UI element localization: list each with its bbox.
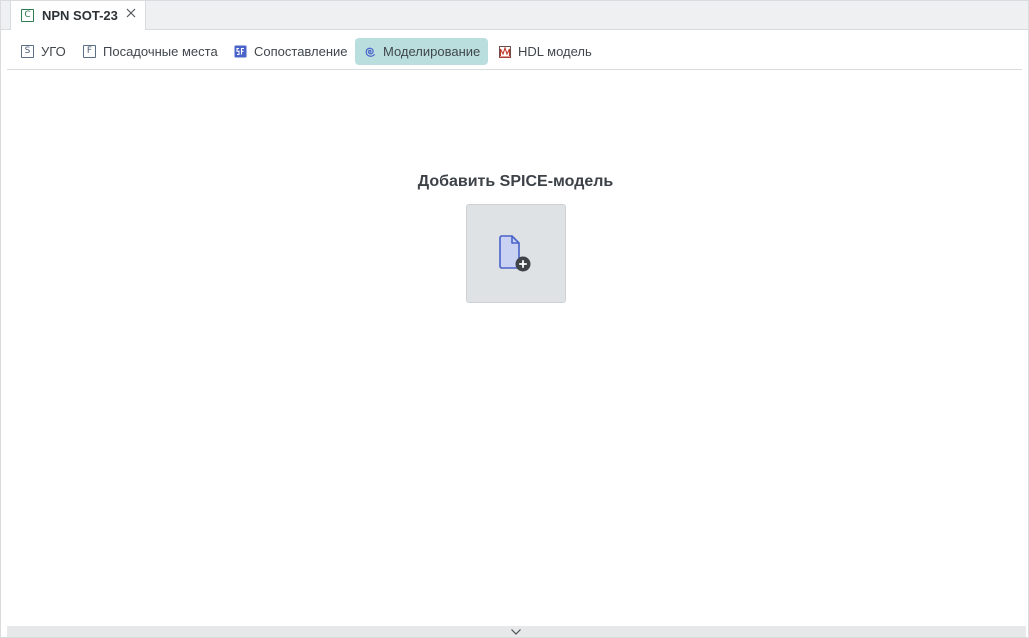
hdl-model-icon — [498, 45, 511, 58]
editor-window: C NPN SOT-23 S УГО F Посадочные места Со… — [0, 0, 1029, 638]
tab-ugo-label: УГО — [41, 44, 66, 59]
tab-footprints[interactable]: F Посадочные места — [75, 38, 226, 65]
tab-hdl-model[interactable]: HDL модель — [490, 38, 600, 65]
document-tab[interactable]: C NPN SOT-23 — [10, 1, 146, 30]
footprint-f-icon: F — [83, 45, 96, 58]
view-tab-bar: S УГО F Посадочные места Сопоставление М… — [7, 38, 1022, 70]
component-c-icon: C — [21, 9, 34, 22]
bottom-panel-toggle[interactable] — [7, 626, 1026, 637]
document-tab-bar: C NPN SOT-23 — [1, 1, 1028, 30]
tab-simulation[interactable]: Моделирование — [355, 38, 488, 65]
add-spice-model-title: Добавить SPICE-модель — [417, 173, 614, 190]
symbol-s-icon: S — [21, 45, 34, 58]
chevron-down-icon — [511, 629, 521, 635]
tab-simulation-label: Моделирование — [383, 44, 481, 59]
tab-hdl-model-label: HDL модель — [518, 44, 592, 59]
document-tab-title: NPN SOT-23 — [42, 8, 118, 23]
tab-mapping[interactable]: Сопоставление — [226, 38, 356, 65]
mapping-sf-icon — [234, 45, 247, 58]
add-spice-model-button[interactable] — [466, 204, 566, 303]
tab-mapping-label: Сопоставление — [254, 44, 348, 59]
simulation-spiral-icon — [363, 45, 376, 58]
close-icon[interactable] — [126, 8, 136, 18]
tab-ugo[interactable]: S УГО — [13, 38, 74, 65]
tab-footprints-label: Посадочные места — [103, 44, 218, 59]
add-file-icon — [499, 234, 531, 271]
